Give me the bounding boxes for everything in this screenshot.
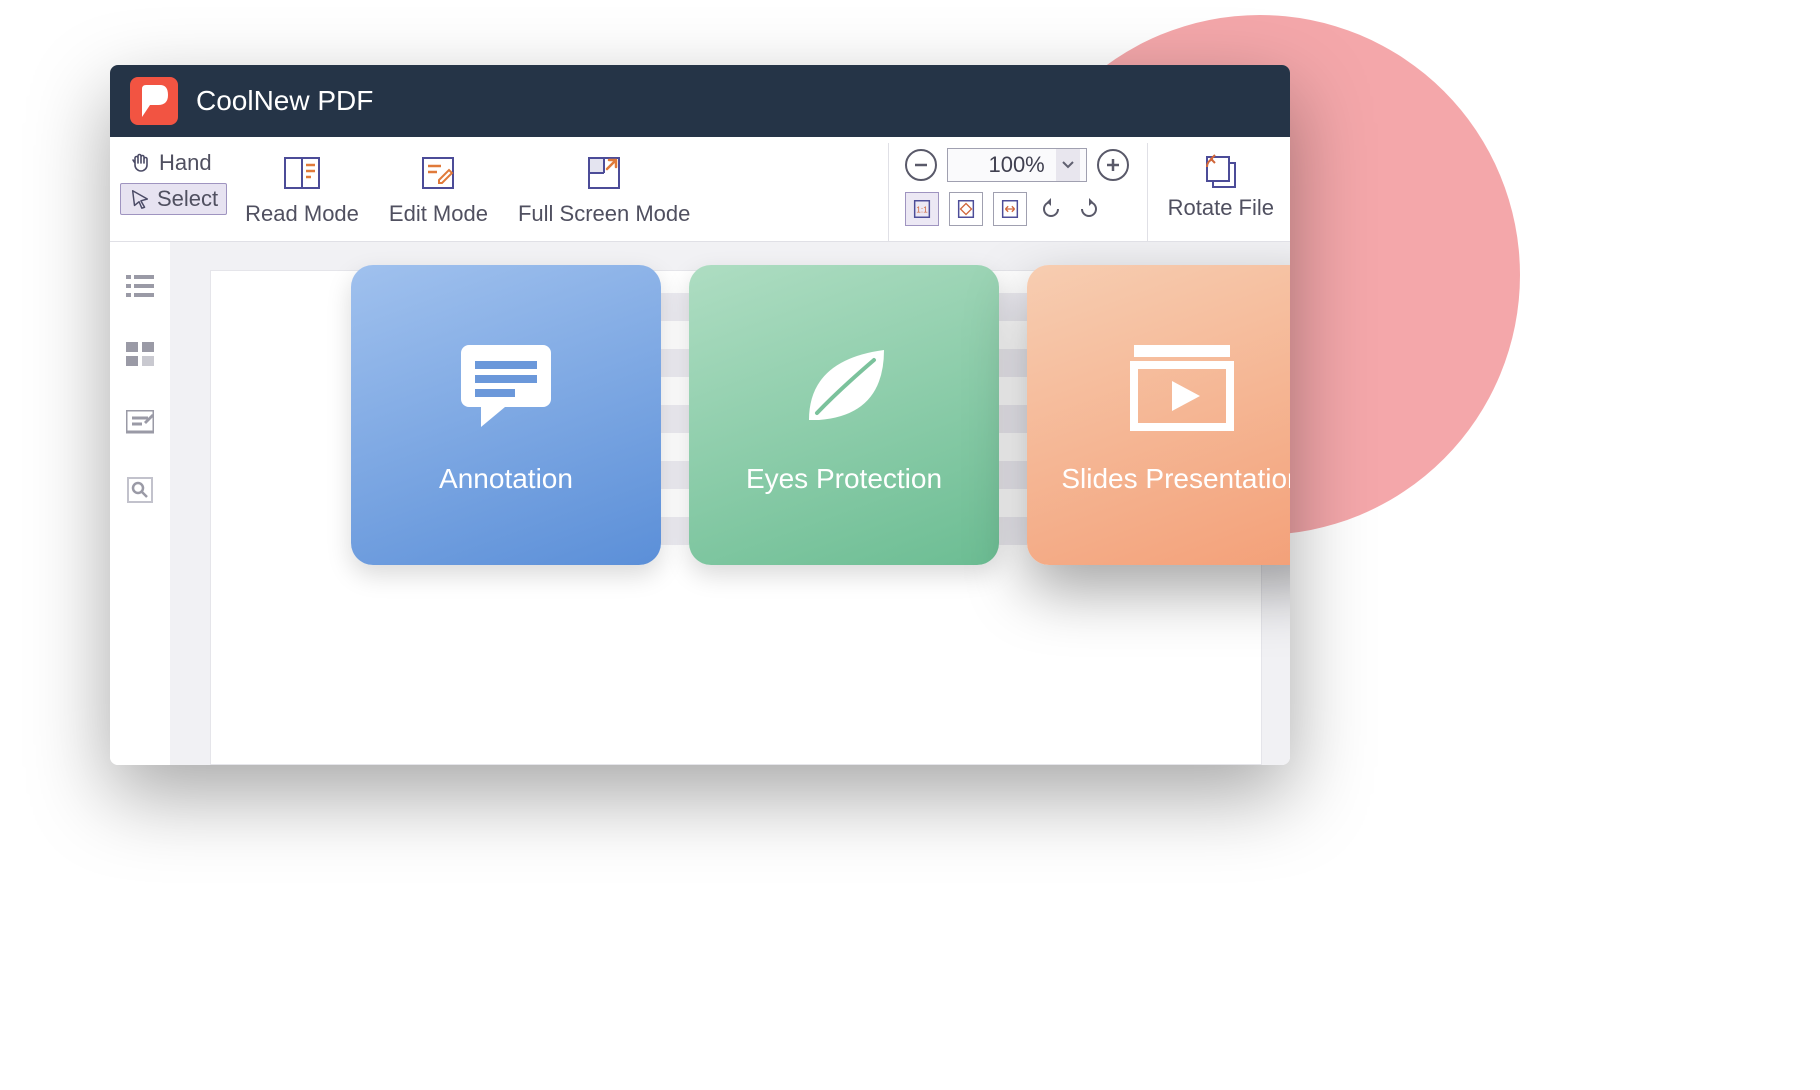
edit-mode-icon: [416, 151, 460, 195]
zoom-out-button[interactable]: [905, 149, 937, 181]
zoom-in-button[interactable]: [1097, 149, 1129, 181]
rotate-file-icon: [1199, 151, 1243, 191]
search-icon: [127, 477, 153, 503]
zoom-level-select[interactable]: 100%: [947, 148, 1087, 182]
rotate-file-label: Rotate File: [1168, 195, 1274, 221]
actual-size-icon: 1:1: [911, 198, 933, 220]
minus-icon: [914, 158, 928, 172]
outline-panel-button[interactable]: [124, 272, 156, 300]
rotate-right-button[interactable]: [1075, 195, 1103, 223]
plus-icon: [1106, 158, 1120, 172]
select-tool-button[interactable]: Select: [120, 183, 227, 215]
read-mode-icon: [280, 151, 324, 195]
thumbnails-panel-button[interactable]: [124, 340, 156, 368]
leaf-icon: [784, 335, 904, 435]
app-window: CoolNew PDF Hand Select Rea: [110, 65, 1290, 765]
rotate-file-button[interactable]: Rotate File: [1147, 143, 1280, 241]
feature-cards: Annotation Eyes Protection: [351, 265, 1290, 565]
app-title: CoolNew PDF: [196, 85, 373, 117]
toolbar: Hand Select Read Mode Edit Mode: [110, 137, 1290, 242]
app-logo-icon: [130, 77, 178, 125]
actual-size-button[interactable]: 1:1: [905, 192, 939, 226]
side-rail: [110, 242, 170, 765]
rotate-cw-icon: [1076, 196, 1102, 222]
eyes-protection-card[interactable]: Eyes Protection: [689, 265, 999, 565]
read-mode-button[interactable]: Read Mode: [245, 147, 359, 227]
hand-tool-button[interactable]: Hand: [120, 147, 227, 179]
zoom-view-group: 100% 1:1: [888, 143, 1129, 241]
mode-group: Read Mode Edit Mode Full Screen Mode: [245, 143, 690, 241]
edit-mode-label: Edit Mode: [389, 201, 488, 227]
edit-mode-button[interactable]: Edit Mode: [389, 147, 488, 227]
full-screen-label: Full Screen Mode: [518, 201, 690, 227]
search-panel-button[interactable]: [124, 476, 156, 504]
note-icon: [126, 410, 154, 434]
fit-page-icon: [955, 198, 977, 220]
hand-label: Hand: [159, 150, 212, 176]
slides-label: Slides Presentation: [1061, 463, 1290, 495]
title-bar: CoolNew PDF: [110, 65, 1290, 137]
document-page: Annotation Eyes Protection: [210, 270, 1262, 765]
app-body: Annotation Eyes Protection: [110, 242, 1290, 765]
full-screen-mode-button[interactable]: Full Screen Mode: [518, 147, 690, 227]
chevron-down-icon: [1056, 149, 1080, 181]
list-icon: [126, 275, 154, 297]
svg-text:1:1: 1:1: [916, 206, 928, 215]
fit-width-icon: [999, 198, 1021, 220]
slides-presentation-card[interactable]: Slides Presentation: [1027, 265, 1290, 565]
select-label: Select: [157, 186, 218, 212]
zoom-level-value: 100%: [988, 152, 1044, 178]
annotation-icon: [446, 335, 566, 435]
eyes-protection-label: Eyes Protection: [746, 463, 942, 495]
hand-icon: [129, 151, 153, 175]
annotation-label: Annotation: [439, 463, 573, 495]
annotation-card[interactable]: Annotation: [351, 265, 661, 565]
rotate-ccw-icon: [1038, 196, 1064, 222]
read-mode-label: Read Mode: [245, 201, 359, 227]
cursor-tool-group: Hand Select: [120, 143, 227, 241]
comments-panel-button[interactable]: [124, 408, 156, 436]
grid-icon: [126, 342, 154, 366]
presentation-icon: [1122, 335, 1242, 435]
full-screen-icon: [582, 151, 626, 195]
cursor-icon: [129, 188, 151, 210]
fit-width-button[interactable]: [993, 192, 1027, 226]
document-area: Annotation Eyes Protection: [170, 242, 1290, 765]
fit-page-button[interactable]: [949, 192, 983, 226]
rotate-left-button[interactable]: [1037, 195, 1065, 223]
